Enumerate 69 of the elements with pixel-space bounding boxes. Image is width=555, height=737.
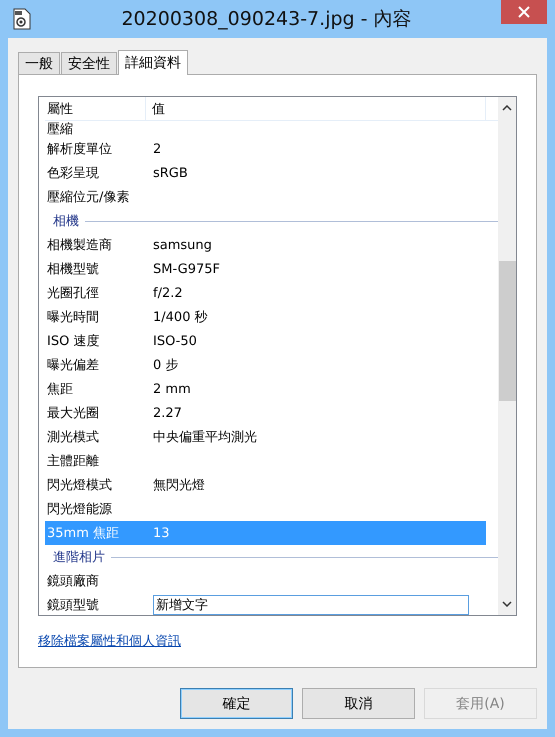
- property-row[interactable]: 鏡頭型號 新增文字: [45, 593, 486, 615]
- property-value: ISO-50: [153, 334, 197, 348]
- property-value: 2.27: [153, 406, 182, 420]
- close-icon: [518, 6, 530, 18]
- property-row[interactable]: 測光模式 中央偏重平均測光: [45, 425, 486, 449]
- property-name: 鏡頭廠商: [47, 573, 100, 590]
- window-title: 20200308_090243-7.jpg - 內容: [120, 7, 413, 32]
- property-value: 0 步: [153, 357, 178, 374]
- column-header[interactable]: 值: [146, 97, 486, 120]
- property-name: 解析度單位: [47, 141, 113, 158]
- property-name: 焦距: [47, 381, 74, 398]
- property-row[interactable]: 主體距離: [45, 449, 486, 473]
- property-row[interactable]: 閃光燈能源: [45, 497, 486, 521]
- property-value: SM-G975F: [153, 262, 220, 276]
- property-row[interactable]: 最大光圈 2.27: [45, 401, 486, 425]
- property-row[interactable]: 解析度單位 2: [45, 137, 486, 161]
- property-name: 曝光時間: [47, 309, 100, 326]
- property-value: 無閃光燈: [153, 477, 205, 494]
- tab[interactable]: 詳細資料: [118, 50, 188, 75]
- property-value: 1/400 秒: [153, 309, 208, 326]
- property-name: ISO 速度: [47, 333, 100, 350]
- property-row[interactable]: 光圈孔徑 f/2.2: [45, 281, 486, 305]
- scrollbar[interactable]: [498, 97, 516, 615]
- scroll-thumb[interactable]: [498, 261, 516, 401]
- property-name: 相機製造商: [47, 237, 113, 254]
- property-row[interactable]: 壓縮: [45, 121, 486, 137]
- property-value: sRGB: [153, 166, 188, 180]
- property-name: 35mm 焦距: [47, 525, 120, 542]
- property-value: f/2.2: [153, 286, 183, 300]
- property-name: 壓縮: [47, 121, 74, 138]
- property-value: 中央偏重平均測光: [153, 429, 257, 446]
- value-field[interactable]: 新增文字: [153, 595, 469, 615]
- property-row[interactable]: 色彩呈現 sRGB: [45, 161, 486, 185]
- scroll-up-icon[interactable]: [502, 105, 512, 111]
- property-name: 色彩呈現: [47, 165, 100, 182]
- property-value: 2: [153, 142, 162, 156]
- column-header[interactable]: 屬性: [45, 97, 146, 120]
- close-button[interactable]: [501, 0, 547, 24]
- property-row[interactable]: 焦距 2 mm: [45, 377, 486, 401]
- property-name: 光圈孔徑: [47, 285, 100, 302]
- property-row[interactable]: 鏡頭廠商: [45, 569, 486, 593]
- property-row[interactable]: 曝光時間 1/400 秒: [45, 305, 486, 329]
- tab[interactable]: 一般: [18, 52, 60, 74]
- property-value: 2 mm: [153, 382, 191, 396]
- property-value: samsung: [153, 238, 212, 252]
- property-row[interactable]: 曝光偏差 0 步: [45, 353, 486, 377]
- property-name: 相機型號: [47, 261, 100, 278]
- property-value: 13: [153, 526, 170, 540]
- property-name: 壓縮位元/像素: [47, 189, 130, 206]
- property-row[interactable]: 相機型號 SM-G975F: [45, 257, 486, 281]
- property-name: 曝光偏差: [47, 357, 100, 374]
- dialog-button[interactable]: 確定: [180, 688, 293, 719]
- property-name: 閃光燈模式: [47, 477, 113, 494]
- file-icon: [12, 8, 32, 30]
- property-name: 閃光燈能源: [47, 501, 113, 518]
- remove-properties-link[interactable]: 移除檔案屬性和個人資訊: [38, 632, 181, 650]
- property-name: 主體距離: [47, 453, 100, 470]
- tab[interactable]: 安全性: [61, 52, 117, 74]
- property-row[interactable]: 閃光燈模式 無閃光燈: [45, 473, 486, 497]
- property-name: 最大光圈: [47, 405, 100, 422]
- property-name: 鏡頭型號: [47, 597, 100, 614]
- dialog-button[interactable]: 取消: [302, 688, 415, 719]
- scroll-down-icon[interactable]: [502, 601, 512, 607]
- property-row[interactable]: 相機製造商 samsung: [45, 233, 486, 257]
- property-row[interactable]: ISO 速度 ISO-50: [45, 329, 486, 353]
- property-row[interactable]: 壓縮位元/像素: [45, 185, 486, 209]
- property-name: 測光模式: [47, 429, 100, 446]
- group-heading: 進階相片: [53, 549, 105, 566]
- group-heading: 相機: [53, 213, 79, 230]
